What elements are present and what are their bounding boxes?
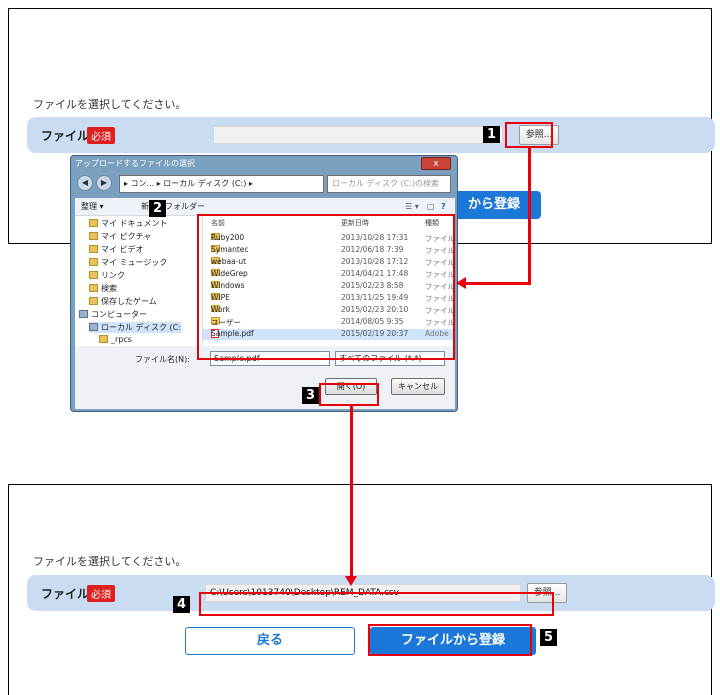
folder-icon [89, 297, 98, 305]
folder-icon [89, 271, 98, 279]
step-number: 3 [302, 387, 319, 404]
nav-item[interactable]: マイ ドキュメント [89, 218, 168, 229]
nav-item[interactable]: コンピューター [79, 309, 147, 320]
preview-pane-icon[interactable]: ▢ [427, 198, 435, 215]
back-arrow-icon[interactable]: ◀ [77, 175, 93, 191]
back-button[interactable]: 戻る [185, 627, 355, 655]
filename-label: ファイル名(N): [135, 355, 190, 364]
bottom-upload-panel: ファイルを選択してください。 ファイル 必須 C:\Users\1013740\… [8, 484, 715, 695]
search-input[interactable]: ローカル ディスク (C:)の検索 [327, 175, 451, 193]
arrow-head-icon [345, 576, 357, 586]
highlight-browse-button [505, 122, 553, 148]
organize-menu[interactable]: 整理 ▾ [81, 198, 104, 215]
help-icon[interactable]: ? [441, 198, 446, 215]
forward-arrow-icon[interactable]: ▶ [96, 175, 112, 191]
navigation-pane: マイ ドキュメント マイ ピクチャ マイ ビデオ マイ ミュージック リンク 検… [75, 216, 203, 346]
nav-item[interactable]: 検索 [89, 283, 117, 294]
nav-item[interactable]: _rpcs [99, 335, 132, 344]
file-row: ファイル 必須 参照... [27, 117, 715, 153]
file-path-input[interactable] [213, 126, 503, 144]
instruction-text: ファイルを選択してください。 [33, 555, 187, 568]
nav-item[interactable]: 保存したゲーム [89, 296, 157, 307]
register-button-partial[interactable]: から登録 [447, 191, 541, 219]
folder-icon [89, 258, 98, 266]
folder-icon [99, 335, 108, 343]
step-number: 5 [540, 629, 557, 646]
required-badge: 必須 [87, 127, 115, 144]
close-icon[interactable]: x [421, 157, 451, 170]
highlight-register-button [368, 624, 532, 656]
step-number: 4 [173, 596, 190, 613]
view-options-icon[interactable]: ☰ ▾ [405, 198, 419, 215]
drive-icon [89, 323, 98, 331]
breadcrumb[interactable]: ▸ コン... ▸ ローカル ディスク (C:) ▸ [119, 175, 324, 193]
nav-item[interactable]: マイ ビデオ [89, 244, 144, 255]
dialog-title: アップロードするファイルの選択 [75, 159, 195, 168]
cancel-button[interactable]: キャンセル [391, 378, 445, 395]
nav-item-selected[interactable]: ローカル ディスク (C: [89, 322, 181, 333]
folder-icon [89, 284, 98, 292]
computer-icon [79, 310, 88, 318]
arrow-line [350, 406, 353, 578]
highlight-file-list [197, 214, 455, 360]
address-bar: ◀ ▶ ▸ コン... ▸ ローカル ディスク (C:) ▸ ローカル ディスク… [75, 173, 455, 195]
folder-icon [89, 232, 98, 240]
highlight-open-button [319, 383, 379, 406]
nav-item[interactable]: リンク [89, 270, 125, 281]
folder-icon [89, 219, 98, 227]
folder-icon [89, 245, 98, 253]
nav-item[interactable]: マイ ミュージック [89, 257, 167, 268]
highlight-selected-path [199, 592, 554, 616]
file-label: ファイル [41, 129, 90, 143]
step-number: 1 [483, 126, 500, 143]
arrow-line [466, 282, 531, 285]
nav-item[interactable]: マイ ピクチャ [89, 231, 151, 242]
arrow-line [528, 148, 531, 284]
required-badge: 必須 [87, 585, 115, 602]
step-number: 2 [149, 200, 166, 217]
arrow-head-icon [456, 277, 466, 289]
file-label: ファイル [41, 587, 90, 601]
instruction-text: ファイルを選択してください。 [33, 98, 187, 111]
